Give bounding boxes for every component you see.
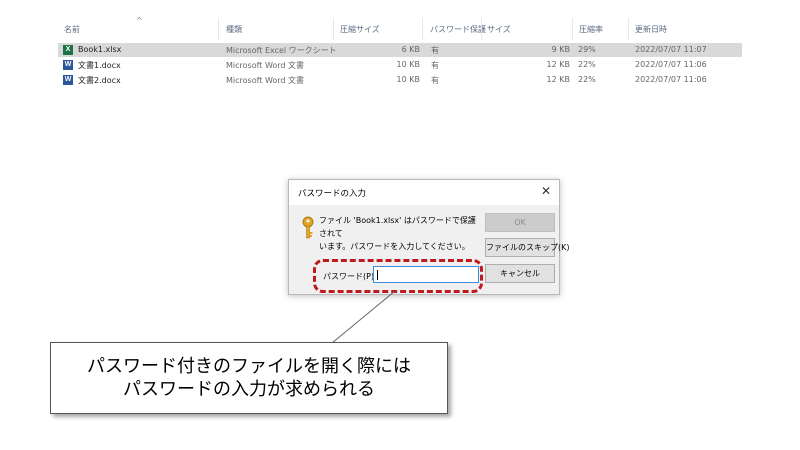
callout-box: パスワード付きのファイルを開く際には パスワードの入力が求められる [50, 342, 448, 414]
callout-line: パスワード付きのファイルを開く際には [87, 356, 411, 377]
callout-line: パスワードの入力が求められる [123, 379, 375, 400]
